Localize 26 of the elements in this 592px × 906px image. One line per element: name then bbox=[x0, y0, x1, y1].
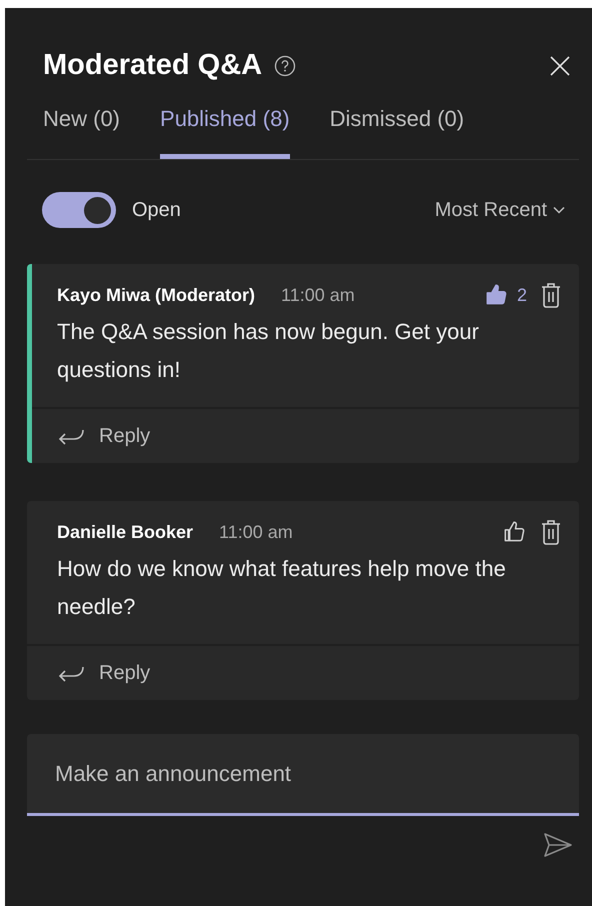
question-text: How do we know what features help move the needle? bbox=[57, 555, 507, 621]
tab[interactable]: Published (8) bbox=[160, 102, 290, 159]
help-icon[interactable] bbox=[274, 55, 296, 77]
announcement-field[interactable]: Make an announcement bbox=[27, 734, 579, 816]
like-count: 2 bbox=[516, 284, 527, 306]
panel-title: Moderated Q&A bbox=[43, 48, 262, 84]
toggle-switch[interactable] bbox=[42, 192, 116, 228]
sort-dropdown[interactable]: Most Recent bbox=[434, 195, 565, 225]
timestamp: 11:00 am bbox=[219, 520, 293, 544]
send-icon[interactable] bbox=[543, 832, 573, 858]
reply-arrow-icon bbox=[57, 427, 85, 445]
trash-icon[interactable] bbox=[541, 519, 561, 545]
timestamp: 11:00 am bbox=[281, 284, 355, 306]
like-button[interactable]: 2 bbox=[482, 282, 527, 308]
tab[interactable]: New (0) bbox=[43, 102, 120, 159]
reply-button[interactable]: Reply bbox=[57, 421, 150, 451]
author-name: Kayo Miwa (Moderator) bbox=[57, 284, 256, 307]
author-name: Danielle Booker bbox=[57, 520, 194, 544]
chevron-down-icon bbox=[553, 206, 565, 214]
reply-arrow-icon bbox=[57, 664, 85, 682]
question-text: The Q&A session has now begun. Get your questions in! bbox=[57, 318, 480, 384]
close-button[interactable] bbox=[549, 55, 571, 77]
toggle-label: Open bbox=[132, 198, 181, 223]
trash-icon[interactable] bbox=[541, 282, 561, 308]
reply-button[interactable]: Reply bbox=[57, 658, 150, 688]
tab[interactable]: Dismissed (0) bbox=[330, 102, 464, 159]
